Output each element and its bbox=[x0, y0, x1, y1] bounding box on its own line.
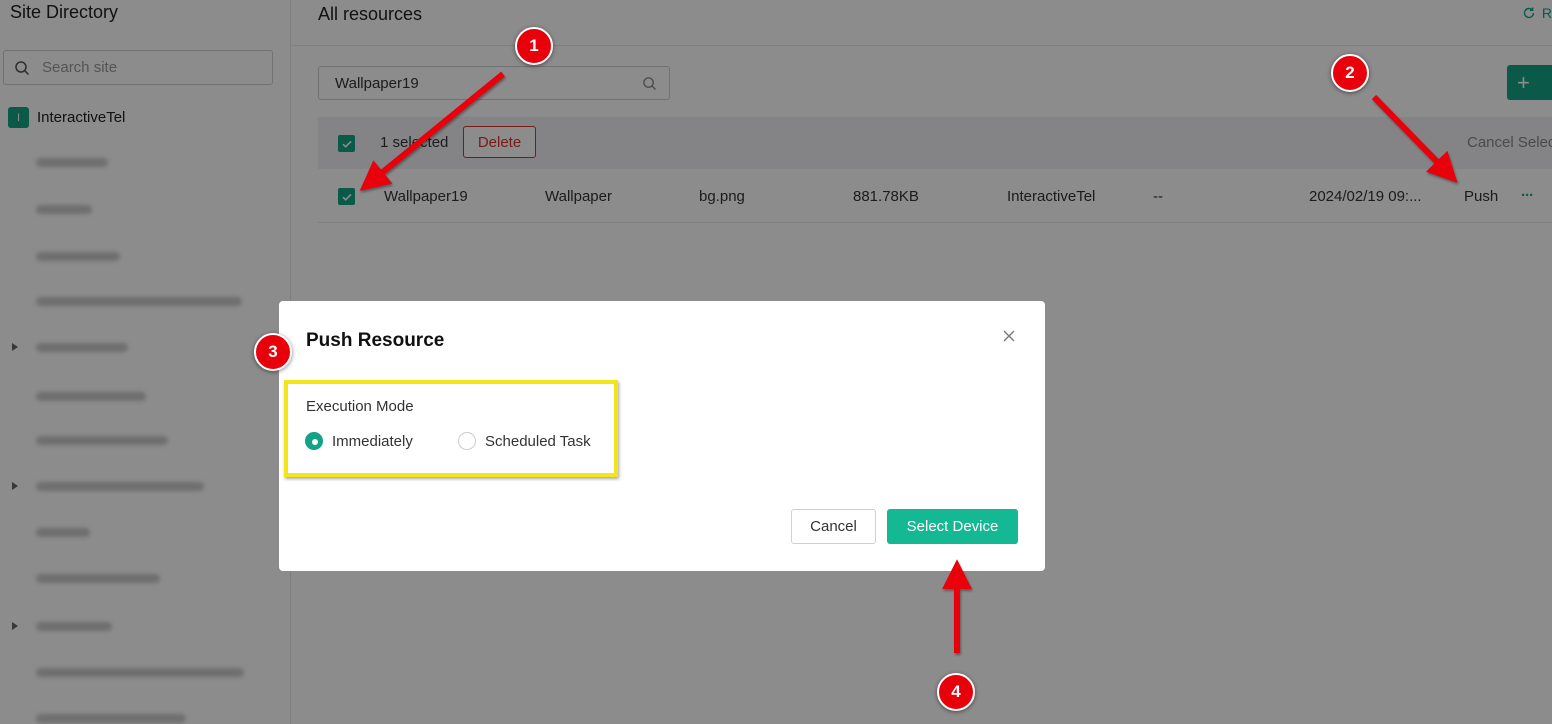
step-marker-1: 1 bbox=[515, 27, 553, 65]
highlight-box bbox=[284, 380, 618, 477]
step-marker-3: 3 bbox=[254, 333, 292, 371]
close-icon[interactable] bbox=[1001, 328, 1017, 344]
step-marker-4: 4 bbox=[937, 673, 975, 711]
step-marker-2: 2 bbox=[1331, 54, 1369, 92]
select-device-button[interactable]: Select Device bbox=[887, 509, 1018, 544]
dialog-title: Push Resource bbox=[306, 330, 445, 351]
cancel-button[interactable]: Cancel bbox=[791, 509, 876, 544]
